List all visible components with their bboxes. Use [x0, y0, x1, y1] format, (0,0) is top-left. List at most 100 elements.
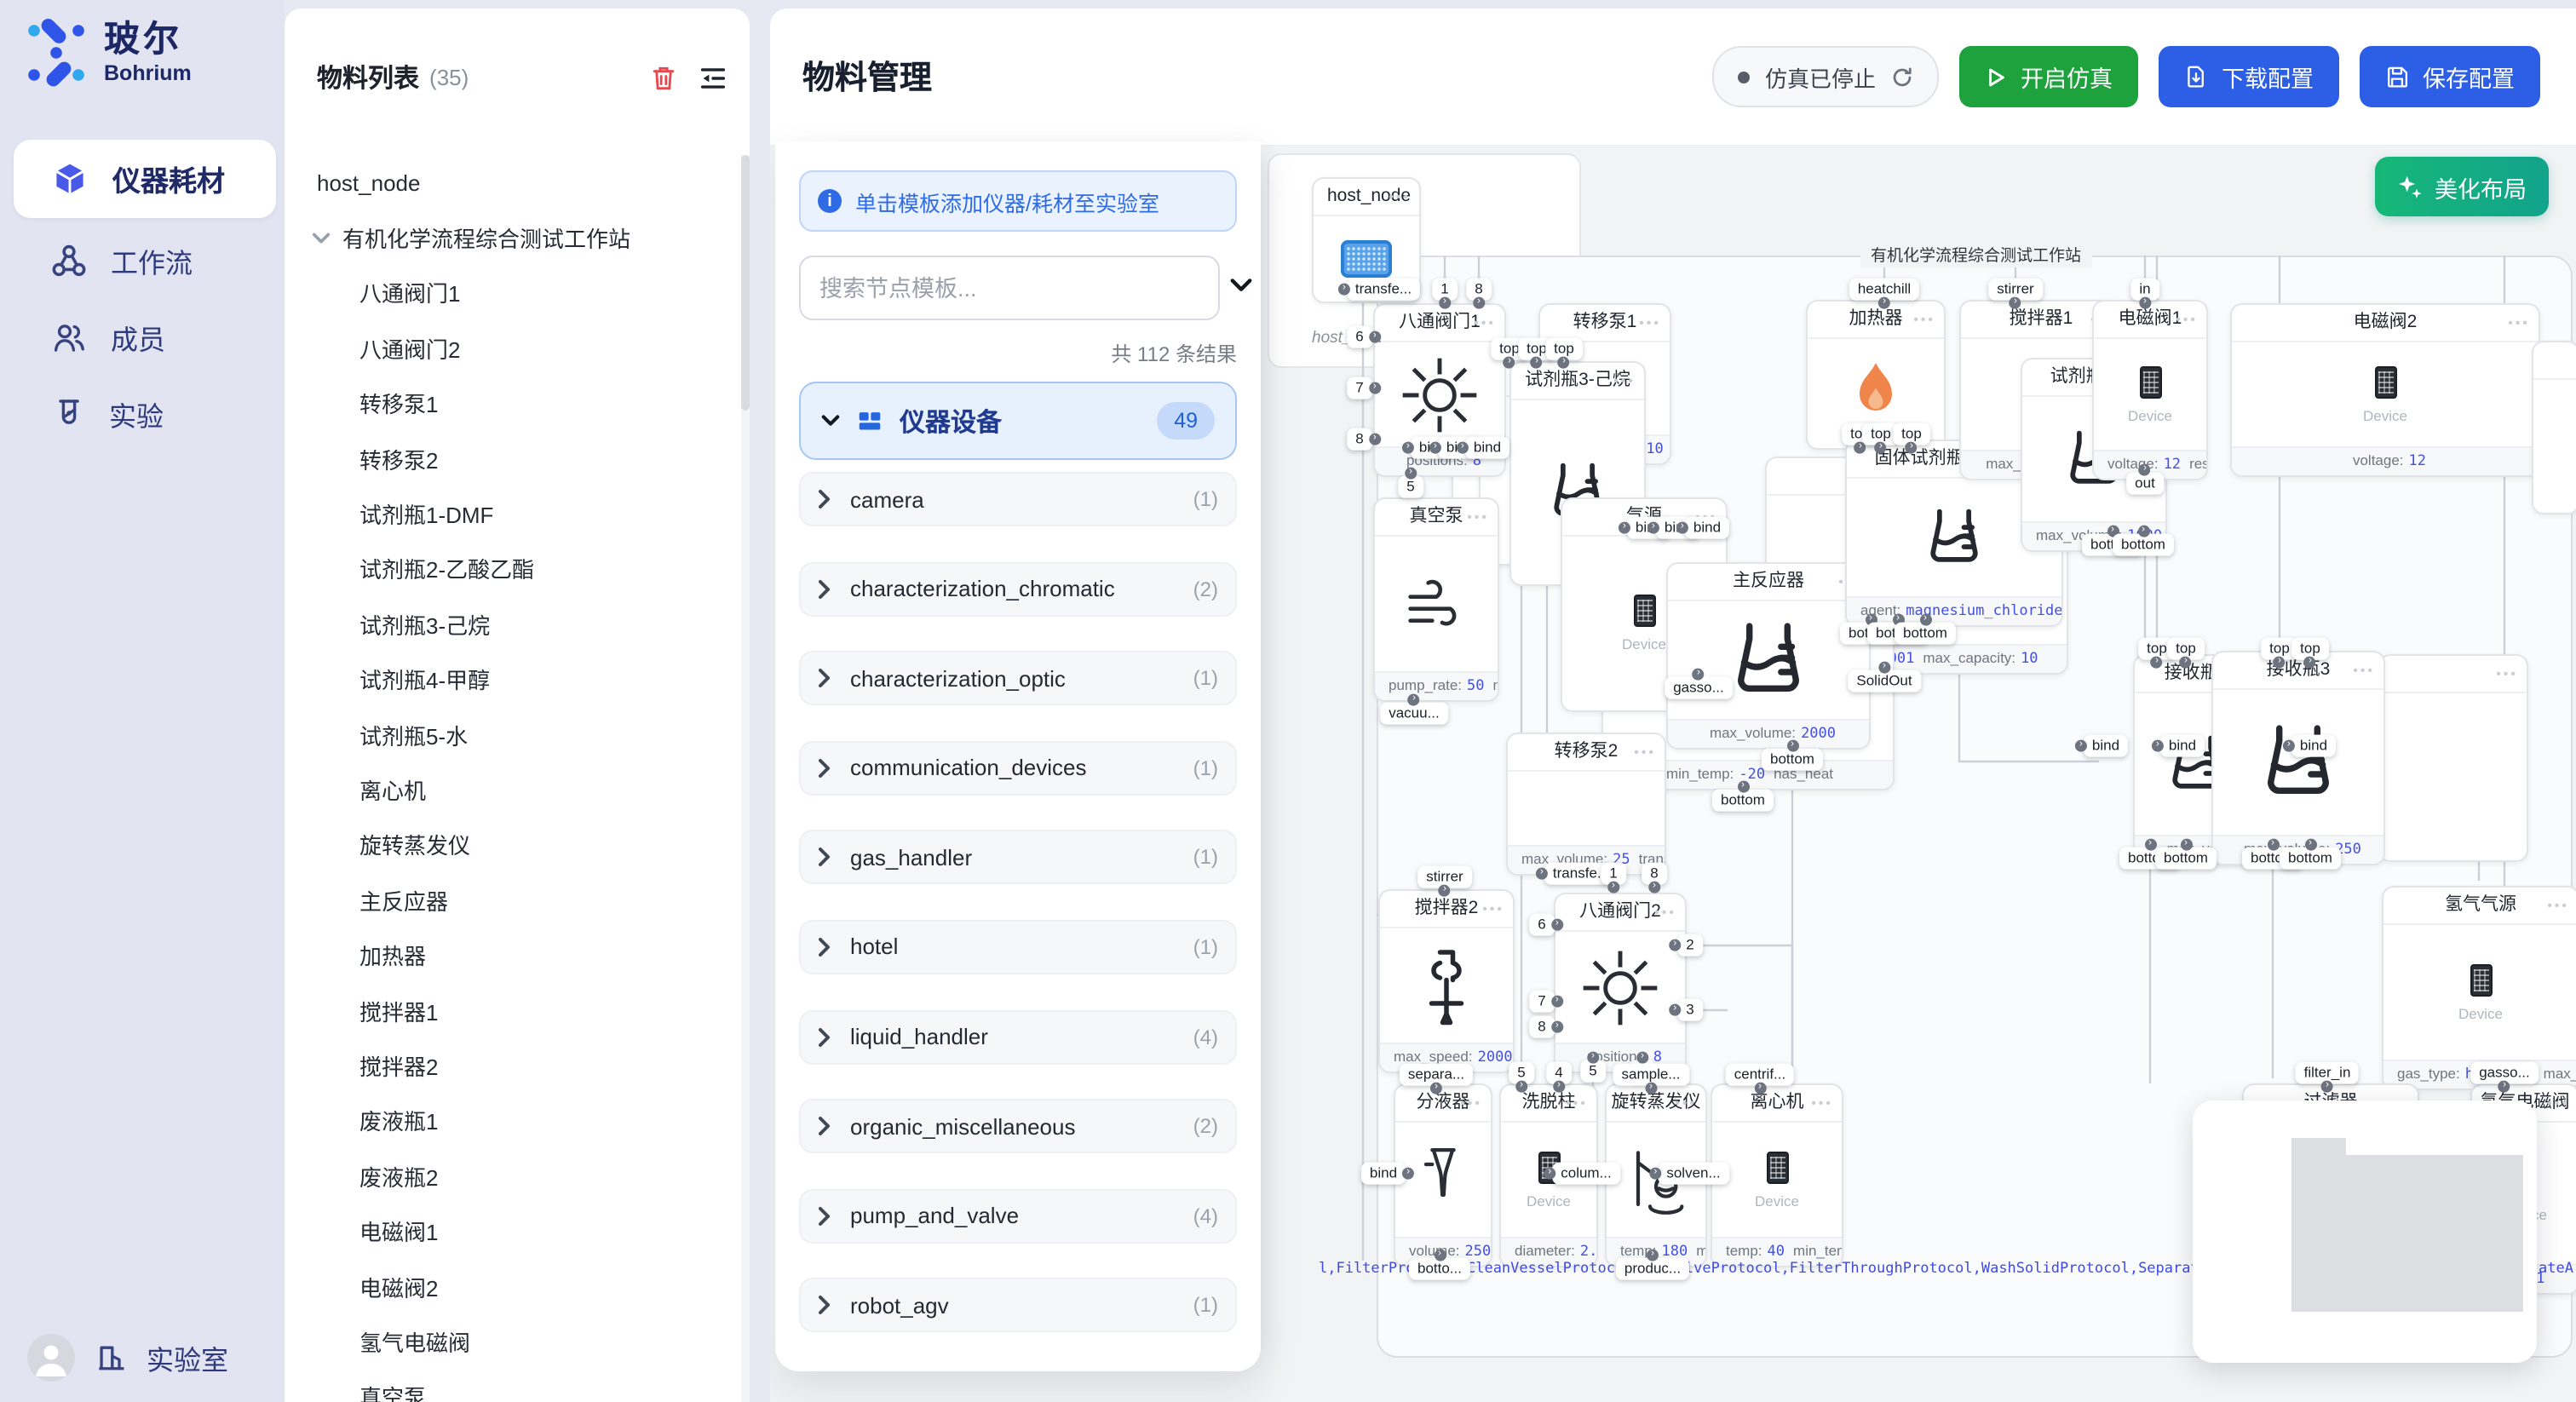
- port-pill-top[interactable]: top›: [1545, 338, 1583, 361]
- save-config-button[interactable]: 保存配置: [2360, 46, 2540, 107]
- tree-item[interactable]: 试剂瓶1-DMF: [285, 486, 739, 542]
- avatar[interactable]: [27, 1334, 75, 1382]
- port-pill-gasso[interactable]: gasso...›: [2470, 1062, 2539, 1085]
- port-pill-5[interactable]: 5›: [1398, 476, 1423, 499]
- node-menu-icon[interactable]: •••: [2496, 656, 2518, 692]
- beautify-layout-button[interactable]: 美化布局: [2375, 157, 2549, 216]
- tree-item[interactable]: 转移泵2: [285, 431, 739, 486]
- tree-item[interactable]: 真空泵: [285, 1369, 739, 1402]
- canvas-node-八通阀门2[interactable]: 八通阀门2•••positions:8: [1554, 893, 1687, 1073]
- port-pill-gasso[interactable]: gasso...›: [1665, 677, 1733, 700]
- port-pill-bind[interactable]: bind›: [2291, 735, 2336, 758]
- port-pill-vacuu[interactable]: vacuu...›: [1380, 703, 1448, 726]
- canvas-node-离心机[interactable]: 离心机•••Devicetemp:40min_temp:4max_spe: [1711, 1083, 1843, 1267]
- port-pill-filterin[interactable]: filter_in›: [2296, 1062, 2360, 1085]
- canvas-node-真空泵[interactable]: 真空泵•••pump_rate:50max_vacuum:0.1: [1373, 497, 1499, 702]
- node-menu-icon[interactable]: •••: [1389, 179, 1411, 215]
- port-pill-transfe[interactable]: transfe...›: [1347, 279, 1420, 302]
- port-pill-bottom[interactable]: bottom›: [1712, 790, 1774, 813]
- port-pill-4[interactable]: 4›: [1546, 1062, 1571, 1085]
- port-pill-5[interactable]: 5›: [1580, 1060, 1605, 1083]
- simulation-status-pill[interactable]: 仿真已停止: [1712, 46, 1939, 107]
- tree-item[interactable]: 电磁阀2: [285, 1259, 739, 1314]
- port-pill-stirrer[interactable]: stirrer›: [1988, 279, 2042, 302]
- brand-logo[interactable]: 玻尔 Bohrium: [22, 19, 192, 87]
- canvas-node[interactable]: •••: [2378, 654, 2528, 862]
- category-liquid_handler[interactable]: liquid_handler(4): [799, 1009, 1237, 1064]
- port-pill-separa[interactable]: separa...›: [1400, 1064, 1473, 1087]
- category-gas_handler[interactable]: gas_handler(1): [799, 830, 1237, 885]
- port-pill-3[interactable]: 3›: [1677, 999, 1702, 1022]
- canvas-node-电磁阀2[interactable]: 电磁阀2•••Devicevoltage:12: [2230, 303, 2540, 477]
- category-organic_miscellaneous[interactable]: organic_miscellaneous(2): [799, 1099, 1237, 1153]
- sidebar-item-experiment[interactable]: 实验: [14, 380, 276, 448]
- search-input[interactable]: [799, 256, 1220, 320]
- tree-item[interactable]: 八通阀门2: [285, 320, 739, 376]
- canvas-node-搅拌器2[interactable]: 搅拌器2•••max_speed:2000: [1378, 889, 1515, 1073]
- section-instruments[interactable]: 仪器设备 49: [799, 382, 1237, 460]
- canvas-node-主反应器[interactable]: 主反应器•••max_volume:2000: [1666, 562, 1871, 750]
- canvas-node[interactable]: [2532, 341, 2576, 514]
- category-pump_and_valve[interactable]: pump_and_valve(4): [799, 1189, 1237, 1244]
- port-pill-bind[interactable]: bind›: [2084, 735, 2128, 758]
- sidebar-item-lab[interactable]: 实验室: [147, 1337, 228, 1378]
- category-camera[interactable]: camera(1): [799, 472, 1237, 526]
- port-pill-bind[interactable]: bind›: [1685, 517, 1729, 540]
- category-robot_agv[interactable]: robot_agv(1): [799, 1278, 1237, 1333]
- port-pill-bottom[interactable]: bottom›: [2113, 534, 2174, 557]
- node-menu-icon[interactable]: •••: [1634, 734, 1656, 770]
- node-menu-icon[interactable]: •••: [1482, 891, 1504, 927]
- tree-item[interactable]: 氢气电磁阀: [285, 1313, 739, 1369]
- port-pill-bind[interactable]: bind›: [1361, 1163, 1406, 1186]
- canvas-node-转移泵2[interactable]: 转移泵2•••max_volume:25transfer_rate:10: [1506, 733, 1666, 876]
- start-simulation-button[interactable]: 开启仿真: [1959, 46, 2138, 107]
- canvas-node-氢气气源[interactable]: 氢气气源•••Devicegas_type:hydrogenmax_pre: [2382, 886, 2576, 1090]
- tree-item[interactable]: 废液瓶2: [285, 1148, 739, 1204]
- node-menu-icon[interactable]: •••: [2547, 1085, 2569, 1121]
- node-menu-icon[interactable]: •••: [1613, 363, 1636, 399]
- port-pill-top[interactable]: top›: [1893, 423, 1930, 446]
- materials-scrollbar[interactable]: [741, 155, 750, 1402]
- port-pill-1[interactable]: 1›: [1601, 863, 1625, 886]
- port-pill-8[interactable]: 8›: [1466, 279, 1491, 302]
- tree-item[interactable]: 废液瓶1: [285, 1093, 739, 1148]
- port-pill-in[interactable]: in›: [2130, 279, 2159, 302]
- delete-icon[interactable]: [651, 64, 676, 91]
- node-menu-icon[interactable]: •••: [2547, 888, 2569, 923]
- port-pill-solven[interactable]: solven...›: [1658, 1163, 1728, 1186]
- tree-item-host-node[interactable]: host_node: [285, 155, 739, 210]
- port-pill-bind[interactable]: bind›: [2160, 735, 2205, 758]
- tree-item[interactable]: 主反应器: [285, 872, 739, 928]
- port-pill-out[interactable]: out›: [2126, 473, 2164, 496]
- category-hotel[interactable]: hotel(1): [799, 920, 1237, 974]
- panel-collapse-icon[interactable]: [1230, 278, 1252, 293]
- port-pill-7[interactable]: 7›: [1529, 991, 1554, 1014]
- sidebar-item-flow[interactable]: 工作流: [14, 227, 276, 295]
- node-menu-icon[interactable]: •••: [1460, 1085, 1482, 1121]
- category-communication_devices[interactable]: communication_devices(1): [799, 741, 1237, 796]
- node-menu-icon[interactable]: •••: [1474, 305, 1496, 341]
- port-pill-6[interactable]: 6›: [1347, 326, 1371, 349]
- port-pill-top[interactable]: top›: [2167, 638, 2205, 661]
- port-pill-8[interactable]: 8›: [1347, 428, 1371, 451]
- tree-item[interactable]: 试剂瓶2-乙酸乙酯: [285, 541, 739, 596]
- node-menu-icon[interactable]: •••: [1467, 499, 1489, 535]
- canvas-node-电磁阀1[interactable]: 电磁阀1•••Devicevoltage:12response_time:0.1: [2092, 300, 2208, 480]
- port-pill-produc[interactable]: produc...›: [1616, 1258, 1689, 1281]
- sidebar-item-members[interactable]: 成员: [14, 303, 276, 371]
- minimap[interactable]: [2193, 1100, 2537, 1363]
- port-pill-bottom[interactable]: bottom›: [2280, 848, 2341, 871]
- port-pill-SolidOut[interactable]: SolidOut›: [1848, 670, 1920, 693]
- tree-item[interactable]: 试剂瓶5-水: [285, 707, 739, 762]
- port-pill-sample[interactable]: sample...›: [1613, 1064, 1689, 1087]
- download-config-button[interactable]: 下载配置: [2159, 46, 2339, 107]
- port-pill-6[interactable]: 6›: [1529, 914, 1554, 937]
- tree-item[interactable]: 电磁阀1: [285, 1204, 739, 1259]
- port-pill-5[interactable]: 5›: [1509, 1062, 1533, 1085]
- category-characterization_optic[interactable]: characterization_optic(1): [799, 651, 1237, 705]
- port-pill-bind[interactable]: bind›: [1465, 437, 1509, 460]
- tree-item[interactable]: 离心机: [285, 762, 739, 818]
- port-pill-7[interactable]: 7›: [1347, 377, 1371, 400]
- tree-item[interactable]: 八通阀门1: [285, 266, 739, 321]
- port-pill-2[interactable]: 2›: [1677, 934, 1702, 957]
